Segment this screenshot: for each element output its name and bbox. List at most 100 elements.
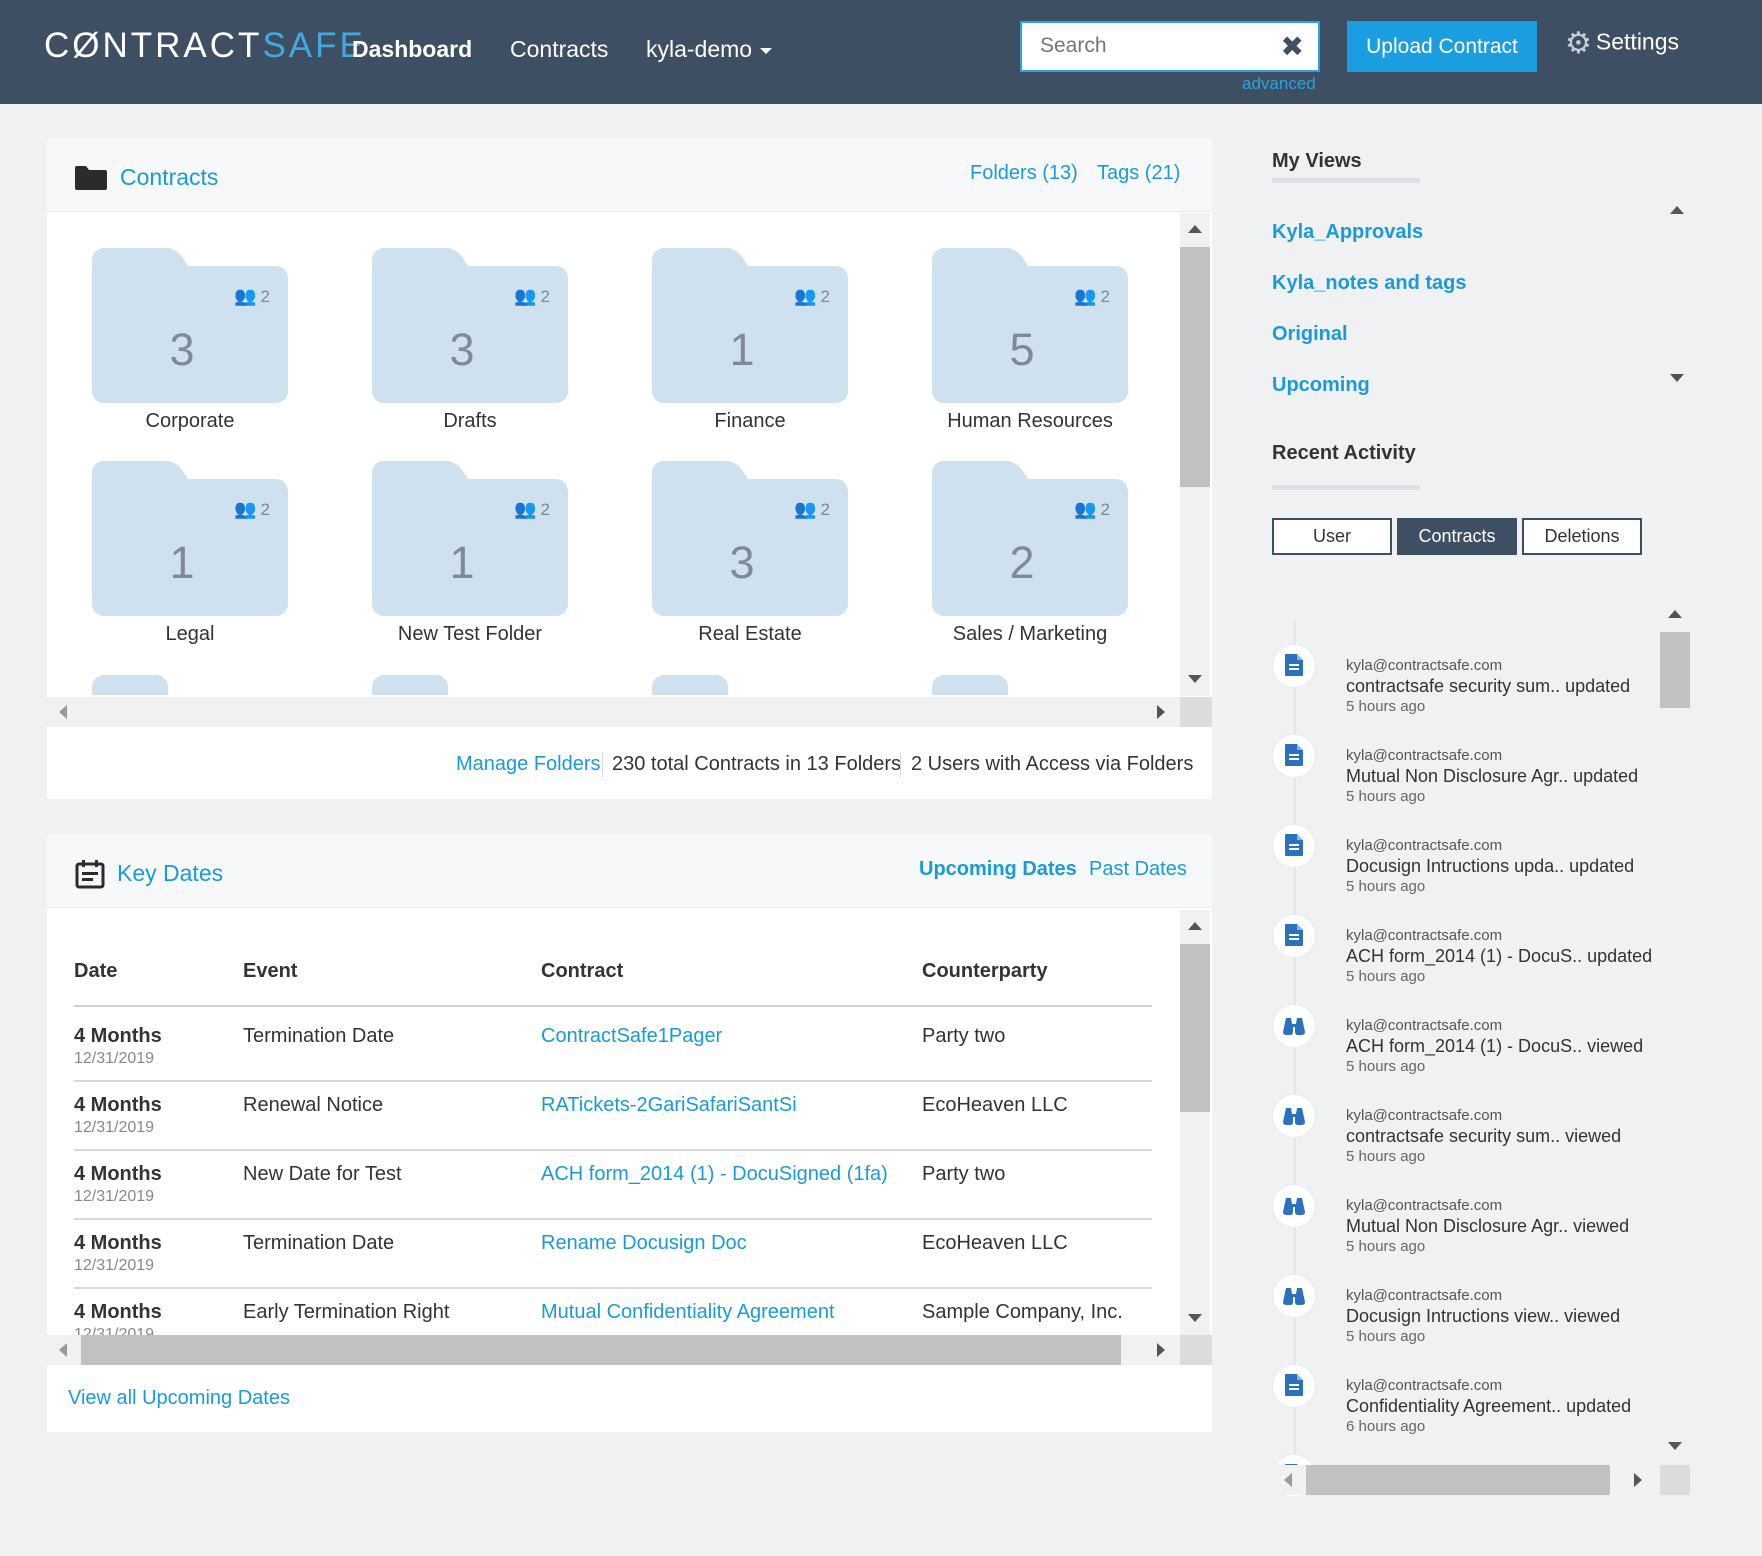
folders-horizontal-scrollbar[interactable] <box>47 697 1212 727</box>
scrollbar-thumb[interactable] <box>81 1335 1121 1365</box>
folder-name: Human Resources <box>947 410 1113 432</box>
scroll-up-icon[interactable] <box>1188 225 1202 233</box>
row-divider <box>74 1218 1152 1220</box>
clear-search-icon[interactable]: ✖ <box>1281 30 1304 63</box>
folder-body: 👥 2 2 <box>932 479 1128 616</box>
scroll-up-icon[interactable] <box>1670 206 1684 214</box>
users-icon: 👥 <box>514 286 537 306</box>
row-relative-date: 4 Months <box>74 1025 162 1047</box>
recent-activity-title: Recent Activity <box>1272 442 1416 464</box>
row-relative-date: 4 Months <box>74 1163 162 1185</box>
total-contracts-text: 230 total Contracts in 13 Folders <box>612 753 902 775</box>
scroll-left-icon[interactable] <box>59 1343 67 1357</box>
my-views-title: My Views <box>1272 150 1362 172</box>
scroll-right-icon[interactable] <box>1157 705 1165 719</box>
row-relative-date: 4 Months <box>74 1232 162 1254</box>
scroll-right-icon[interactable] <box>1634 1473 1642 1487</box>
folders-row-partial <box>47 675 1179 695</box>
view-kyla-notes-and-tags[interactable]: Kyla_notes and tags <box>1272 272 1467 295</box>
column-header-counterparty[interactable]: Counterparty <box>922 960 1048 983</box>
activity-user: kyla@contractsafe.com <box>1346 1287 1503 1304</box>
account-dropdown[interactable]: kyla-demo <box>646 36 773 63</box>
scroll-down-icon[interactable] <box>1668 1442 1682 1450</box>
row-event: Termination Date <box>243 1025 395 1047</box>
view-original[interactable]: Original <box>1272 323 1348 346</box>
folder-user-count: 👥 2 <box>1074 499 1110 519</box>
key-dates-table-inner: Date Event Contract Counterparty 4 Month… <box>47 910 1180 1335</box>
activity-tab-deletions[interactable]: Deletions <box>1522 518 1642 555</box>
scrollbar-thumb[interactable] <box>1660 632 1690 708</box>
scrollbar-thumb[interactable] <box>1180 944 1210 1112</box>
document-icon <box>1272 824 1316 868</box>
row-contract-link[interactable]: ContractSafe1Pager <box>541 1025 722 1048</box>
upload-contract-button[interactable]: Upload Contract <box>1347 21 1537 72</box>
folders-tab-link[interactable]: Folders (13) <box>970 162 1078 185</box>
document-icon <box>1272 734 1316 778</box>
row-contract-link[interactable]: Mutual Confidentiality Agreement <box>541 1301 835 1324</box>
scrollbar-thumb[interactable] <box>1306 1465 1610 1495</box>
row-contract-link[interactable]: RATickets-2GariSafariSantSi <box>541 1094 797 1117</box>
column-header-date[interactable]: Date <box>74 960 117 983</box>
folder-contract-count: 3 <box>449 324 475 375</box>
users-access-text: 2 Users with Access via Folders <box>911 753 1194 775</box>
gear-icon: ⚙ <box>1565 27 1592 60</box>
key-dates-horizontal-scrollbar[interactable] <box>47 1335 1212 1365</box>
nav-contracts-link[interactable]: Contracts <box>510 36 608 63</box>
scroll-down-icon[interactable] <box>1188 675 1202 683</box>
manage-folders-link[interactable]: Manage Folders <box>456 753 601 776</box>
column-header-event[interactable]: Event <box>243 960 297 983</box>
past-dates-tab[interactable]: Past Dates <box>1089 858 1187 881</box>
activity-text: Docusign Intructions upda.. updated <box>1346 856 1635 876</box>
tags-tab-link[interactable]: Tags (21) <box>1097 162 1180 185</box>
folder-body: 👥 2 1 <box>92 479 288 616</box>
contracts-panel-title: Contracts <box>120 164 219 190</box>
users-icon: 👥 <box>1074 286 1097 306</box>
contractsafe-logo[interactable]: CØNTRACTSAFE <box>44 26 366 66</box>
my-views-scrollbar[interactable] <box>1662 196 1692 396</box>
folders-vertical-scrollbar[interactable] <box>1180 213 1210 696</box>
activity-text: Docusign Intructions view.. viewed <box>1346 1306 1621 1326</box>
key-dates-panel-header: Key Dates Upcoming Dates Past Dates <box>47 834 1212 908</box>
activity-time: 5 hours ago <box>1346 1238 1426 1255</box>
row-counterparty: Sample Company, Inc. <box>922 1301 1123 1323</box>
advanced-search-link[interactable]: advanced <box>1242 74 1316 94</box>
view-all-upcoming-dates-link[interactable]: View all Upcoming Dates <box>68 1387 290 1410</box>
binoculars-icon <box>1272 1094 1316 1138</box>
folder-contract-count: 1 <box>449 537 475 588</box>
users-icon: 👥 <box>234 286 257 306</box>
folder-name: Corporate <box>145 410 235 432</box>
folder-name: New Test Folder <box>397 623 543 645</box>
key-dates-vertical-scrollbar[interactable] <box>1180 910 1210 1335</box>
scroll-up-icon[interactable] <box>1188 922 1202 930</box>
scroll-down-icon[interactable] <box>1188 1314 1202 1322</box>
activity-tab-contracts[interactable]: Contracts <box>1397 518 1517 555</box>
users-icon: 👥 <box>234 499 257 519</box>
activity-user: kyla@contractsafe.com <box>1346 927 1503 944</box>
view-kyla-approvals[interactable]: Kyla_Approvals <box>1272 221 1423 244</box>
activity-horizontal-scrollbar[interactable] <box>1272 1465 1690 1495</box>
row-contract-link[interactable]: Rename Docusign Doc <box>541 1232 747 1255</box>
scroll-up-icon[interactable] <box>1668 610 1682 618</box>
upcoming-dates-tab[interactable]: Upcoming Dates <box>919 858 1077 881</box>
folder-user-count: 👥 2 <box>794 499 830 519</box>
column-header-contract[interactable]: Contract <box>541 960 623 983</box>
nav-dashboard-link[interactable]: Dashboard <box>352 36 472 63</box>
activity-vertical-scrollbar[interactable] <box>1660 600 1690 1468</box>
search-input[interactable] <box>1022 23 1262 69</box>
row-contract-link[interactable]: ACH form_2014 (1) - DocuSigned (1fa) <box>541 1163 888 1186</box>
scroll-left-icon[interactable] <box>59 705 67 719</box>
activity-time: 6 hours ago <box>1346 1418 1426 1435</box>
activity-user: kyla@contractsafe.com <box>1346 1107 1503 1124</box>
activity-time: 5 hours ago <box>1346 968 1426 985</box>
settings-menu[interactable]: ⚙ Settings <box>1565 26 1679 61</box>
chevron-down-icon <box>760 47 773 54</box>
activity-tab-user[interactable]: User <box>1272 518 1392 555</box>
scroll-right-icon[interactable] <box>1157 1343 1165 1357</box>
activity-user: kyla@contractsafe.com <box>1346 1197 1503 1214</box>
scroll-left-icon[interactable] <box>1284 1473 1292 1487</box>
activity-time: 5 hours ago <box>1346 1058 1426 1075</box>
view-upcoming[interactable]: Upcoming <box>1272 374 1370 397</box>
top-navbar: CØNTRACTSAFE Dashboard Contracts kyla-de… <box>0 0 1762 104</box>
scroll-down-icon[interactable] <box>1670 374 1684 382</box>
scrollbar-thumb[interactable] <box>1180 247 1210 487</box>
